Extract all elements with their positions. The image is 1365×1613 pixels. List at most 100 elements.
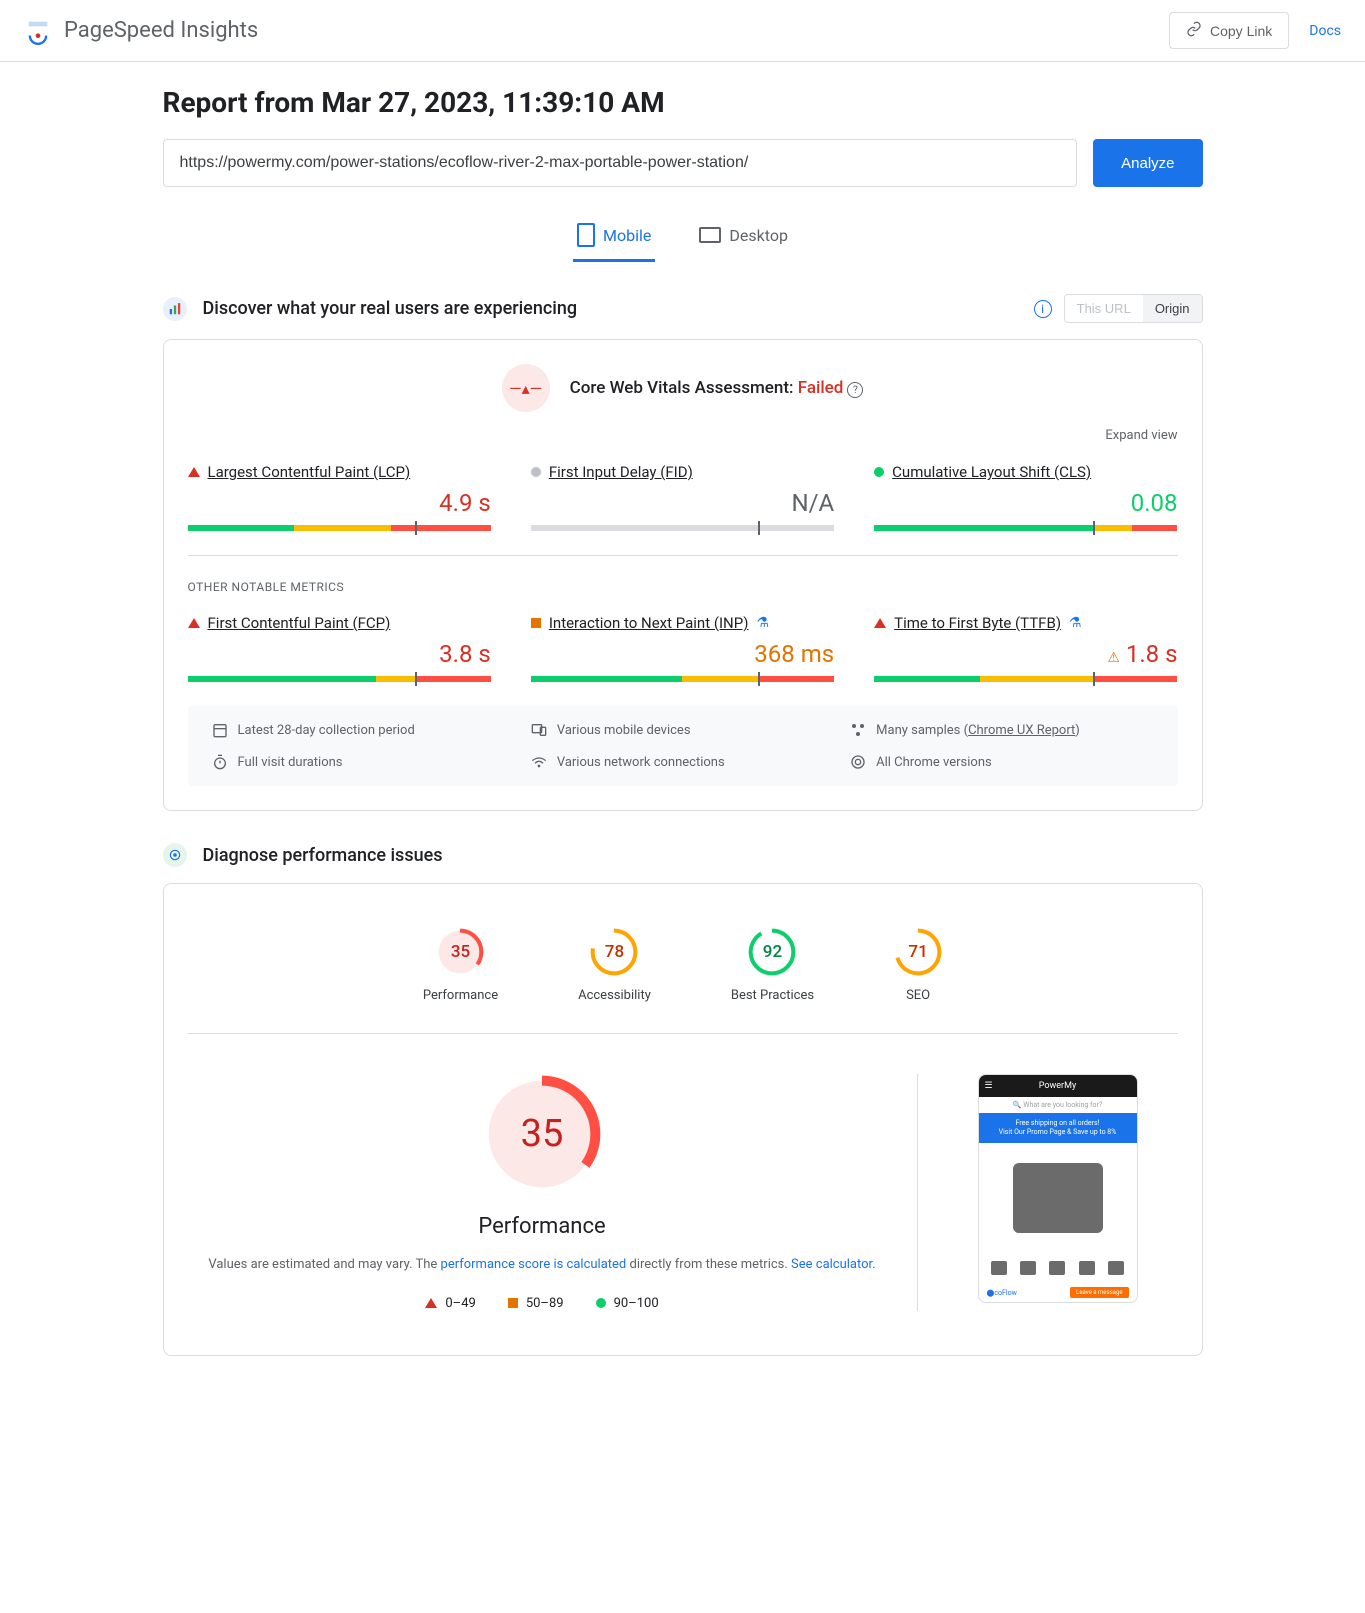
metric-cls-header: Cumulative Layout Shift (CLS) (874, 463, 1177, 481)
docs-link[interactable]: Docs (1309, 23, 1341, 39)
metric-fcp-name[interactable]: First Contentful Paint (FCP) (208, 614, 391, 632)
metric-lcp-name[interactable]: Largest Contentful Paint (LCP) (208, 463, 411, 481)
help-icon[interactable]: ? (847, 382, 863, 398)
score-circle: 71 (894, 928, 942, 976)
tab-mobile[interactable]: Mobile (573, 211, 655, 262)
metric-fid-bar (531, 525, 834, 531)
info-versions-text: All Chrome versions (876, 755, 992, 770)
score-num: 78 (605, 942, 624, 962)
bar-marker (758, 521, 760, 535)
score-best-practices[interactable]: 92 Best Practices (731, 928, 814, 1003)
preview-thumbs (979, 1253, 1137, 1283)
expand-view-link[interactable]: Expand view (188, 428, 1178, 443)
metric-lcp-header: Largest Contentful Paint (LCP) (188, 463, 491, 481)
lab-section-title: Diagnose performance issues (203, 845, 443, 866)
preview-header: ☰ PowerMy (979, 1075, 1137, 1097)
info-samples-text: Many samples (Chrome UX Report) (876, 723, 1080, 738)
bar-poor (415, 676, 491, 682)
perf-left: 35 Performance Values are estimated and … (208, 1074, 918, 1311)
bar-marker (758, 672, 760, 686)
device-tabs: Mobile Desktop (163, 211, 1203, 262)
metric-lcp: Largest Contentful Paint (LCP) 4.9 s (188, 463, 491, 531)
bar-good (874, 676, 980, 682)
info-durations: Full visit durations (212, 754, 515, 770)
metric-inp-name[interactable]: Interaction to Next Paint (INP) (549, 614, 749, 632)
cwv-status: Failed (798, 378, 844, 398)
bar-poor (1093, 676, 1178, 682)
toggle-origin[interactable]: Origin (1143, 295, 1202, 322)
header-controls: i This URL Origin (1034, 294, 1203, 323)
metric-fid-name[interactable]: First Input Delay (FID) (549, 463, 693, 481)
bar-ni (682, 676, 758, 682)
preview-brand: PowerMy (1039, 1081, 1076, 1091)
bar-good (188, 676, 376, 682)
info-durations-text: Full visit durations (238, 755, 343, 770)
metric-ttfb-header: Time to First Byte (TTFB) ⚗ (874, 614, 1177, 632)
preview-product (979, 1143, 1137, 1253)
square-icon (508, 1298, 518, 1308)
toggle-this-url[interactable]: This URL (1065, 295, 1143, 322)
lab-data-card: 35 Performance 78 Accessibility 92 Best … (163, 883, 1203, 1356)
metric-cls-name[interactable]: Cumulative Layout Shift (CLS) (892, 463, 1091, 481)
preview-search: 🔍 What are you looking for? (979, 1097, 1137, 1113)
metric-ttfb: Time to First Byte (TTFB) ⚗ ⚠ 1.8 s (874, 614, 1177, 682)
perf-calc-link[interactable]: performance score is calculated (441, 1257, 627, 1272)
perf-title: Performance (208, 1214, 877, 1239)
copy-link-button[interactable]: Copy Link (1169, 12, 1289, 49)
section-header-left: Diagnose performance issues (163, 843, 443, 867)
triangle-icon (425, 1298, 437, 1308)
bar-poor (391, 525, 491, 531)
bar-poor (758, 676, 834, 682)
legend-high: 90–100 (596, 1296, 659, 1311)
score-circle: 78 (590, 928, 638, 976)
metric-lcp-value: 4.9 s (188, 489, 491, 517)
metric-ttfb-name[interactable]: Time to First Byte (TTFB) (894, 614, 1061, 632)
metric-ttfb-value: ⚠ 1.8 s (874, 640, 1177, 668)
metric-cls: Cumulative Layout Shift (CLS) 0.08 (874, 463, 1177, 531)
score-label: Performance (423, 988, 498, 1003)
metric-inp-value: 368 ms (531, 640, 834, 668)
url-input[interactable] (163, 139, 1078, 187)
cwv-metrics-grid: Largest Contentful Paint (LCP) 4.9 s Fir… (188, 463, 1178, 531)
status-ni-icon (531, 618, 541, 628)
bar-good (188, 525, 294, 531)
collection-info-grid: Latest 28-day collection period Various … (188, 706, 1178, 786)
status-good-icon (874, 467, 884, 477)
app-title: PageSpeed Insights (64, 18, 258, 43)
preview-footer: ⬤coFlow Leave a message (979, 1283, 1137, 1302)
crux-link[interactable]: Chrome UX Report (968, 723, 1075, 738)
score-seo[interactable]: 71 SEO (894, 928, 942, 1003)
cwv-assessment: —▴— Core Web Vitals Assessment: Failed ? (188, 364, 1178, 412)
scores-row: 35 Performance 78 Accessibility 92 Best … (188, 908, 1178, 1034)
see-calc-link[interactable]: See calculator (791, 1257, 872, 1272)
score-num: 71 (908, 942, 927, 962)
info-period-text: Latest 28-day collection period (238, 723, 415, 738)
thumb (1108, 1261, 1124, 1275)
bar-marker (1093, 521, 1095, 535)
thumb (991, 1261, 1007, 1275)
info-icon[interactable]: i (1034, 300, 1052, 318)
metric-fid-header: First Input Delay (FID) (531, 463, 834, 481)
thumb (1049, 1261, 1065, 1275)
perf-big-num: 35 (521, 1112, 564, 1156)
bar-ni (376, 676, 415, 682)
main-container: Report from Mar 27, 2023, 11:39:10 AM An… (83, 62, 1283, 1412)
desktop-icon (699, 227, 721, 243)
analyze-button[interactable]: Analyze (1093, 139, 1202, 187)
info-period: Latest 28-day collection period (212, 722, 515, 738)
performance-detail: 35 Performance Values are estimated and … (188, 1034, 1178, 1331)
cwv-label: Core Web Vitals Assessment: (570, 378, 798, 398)
bar-ni (980, 676, 1092, 682)
thumb (1020, 1261, 1036, 1275)
tab-desktop[interactable]: Desktop (695, 211, 792, 262)
experimental-icon: ⚗ (1069, 615, 1082, 631)
score-accessibility[interactable]: 78 Accessibility (578, 928, 651, 1003)
lab-data-icon (163, 843, 187, 867)
url-origin-toggle: This URL Origin (1064, 294, 1203, 323)
metric-inp-bar (531, 676, 834, 682)
metric-ttfb-bar (874, 676, 1177, 682)
score-performance[interactable]: 35 Performance (423, 928, 498, 1003)
field-data-icon (163, 297, 187, 321)
score-label: Best Practices (731, 988, 814, 1003)
bar-marker (415, 672, 417, 686)
